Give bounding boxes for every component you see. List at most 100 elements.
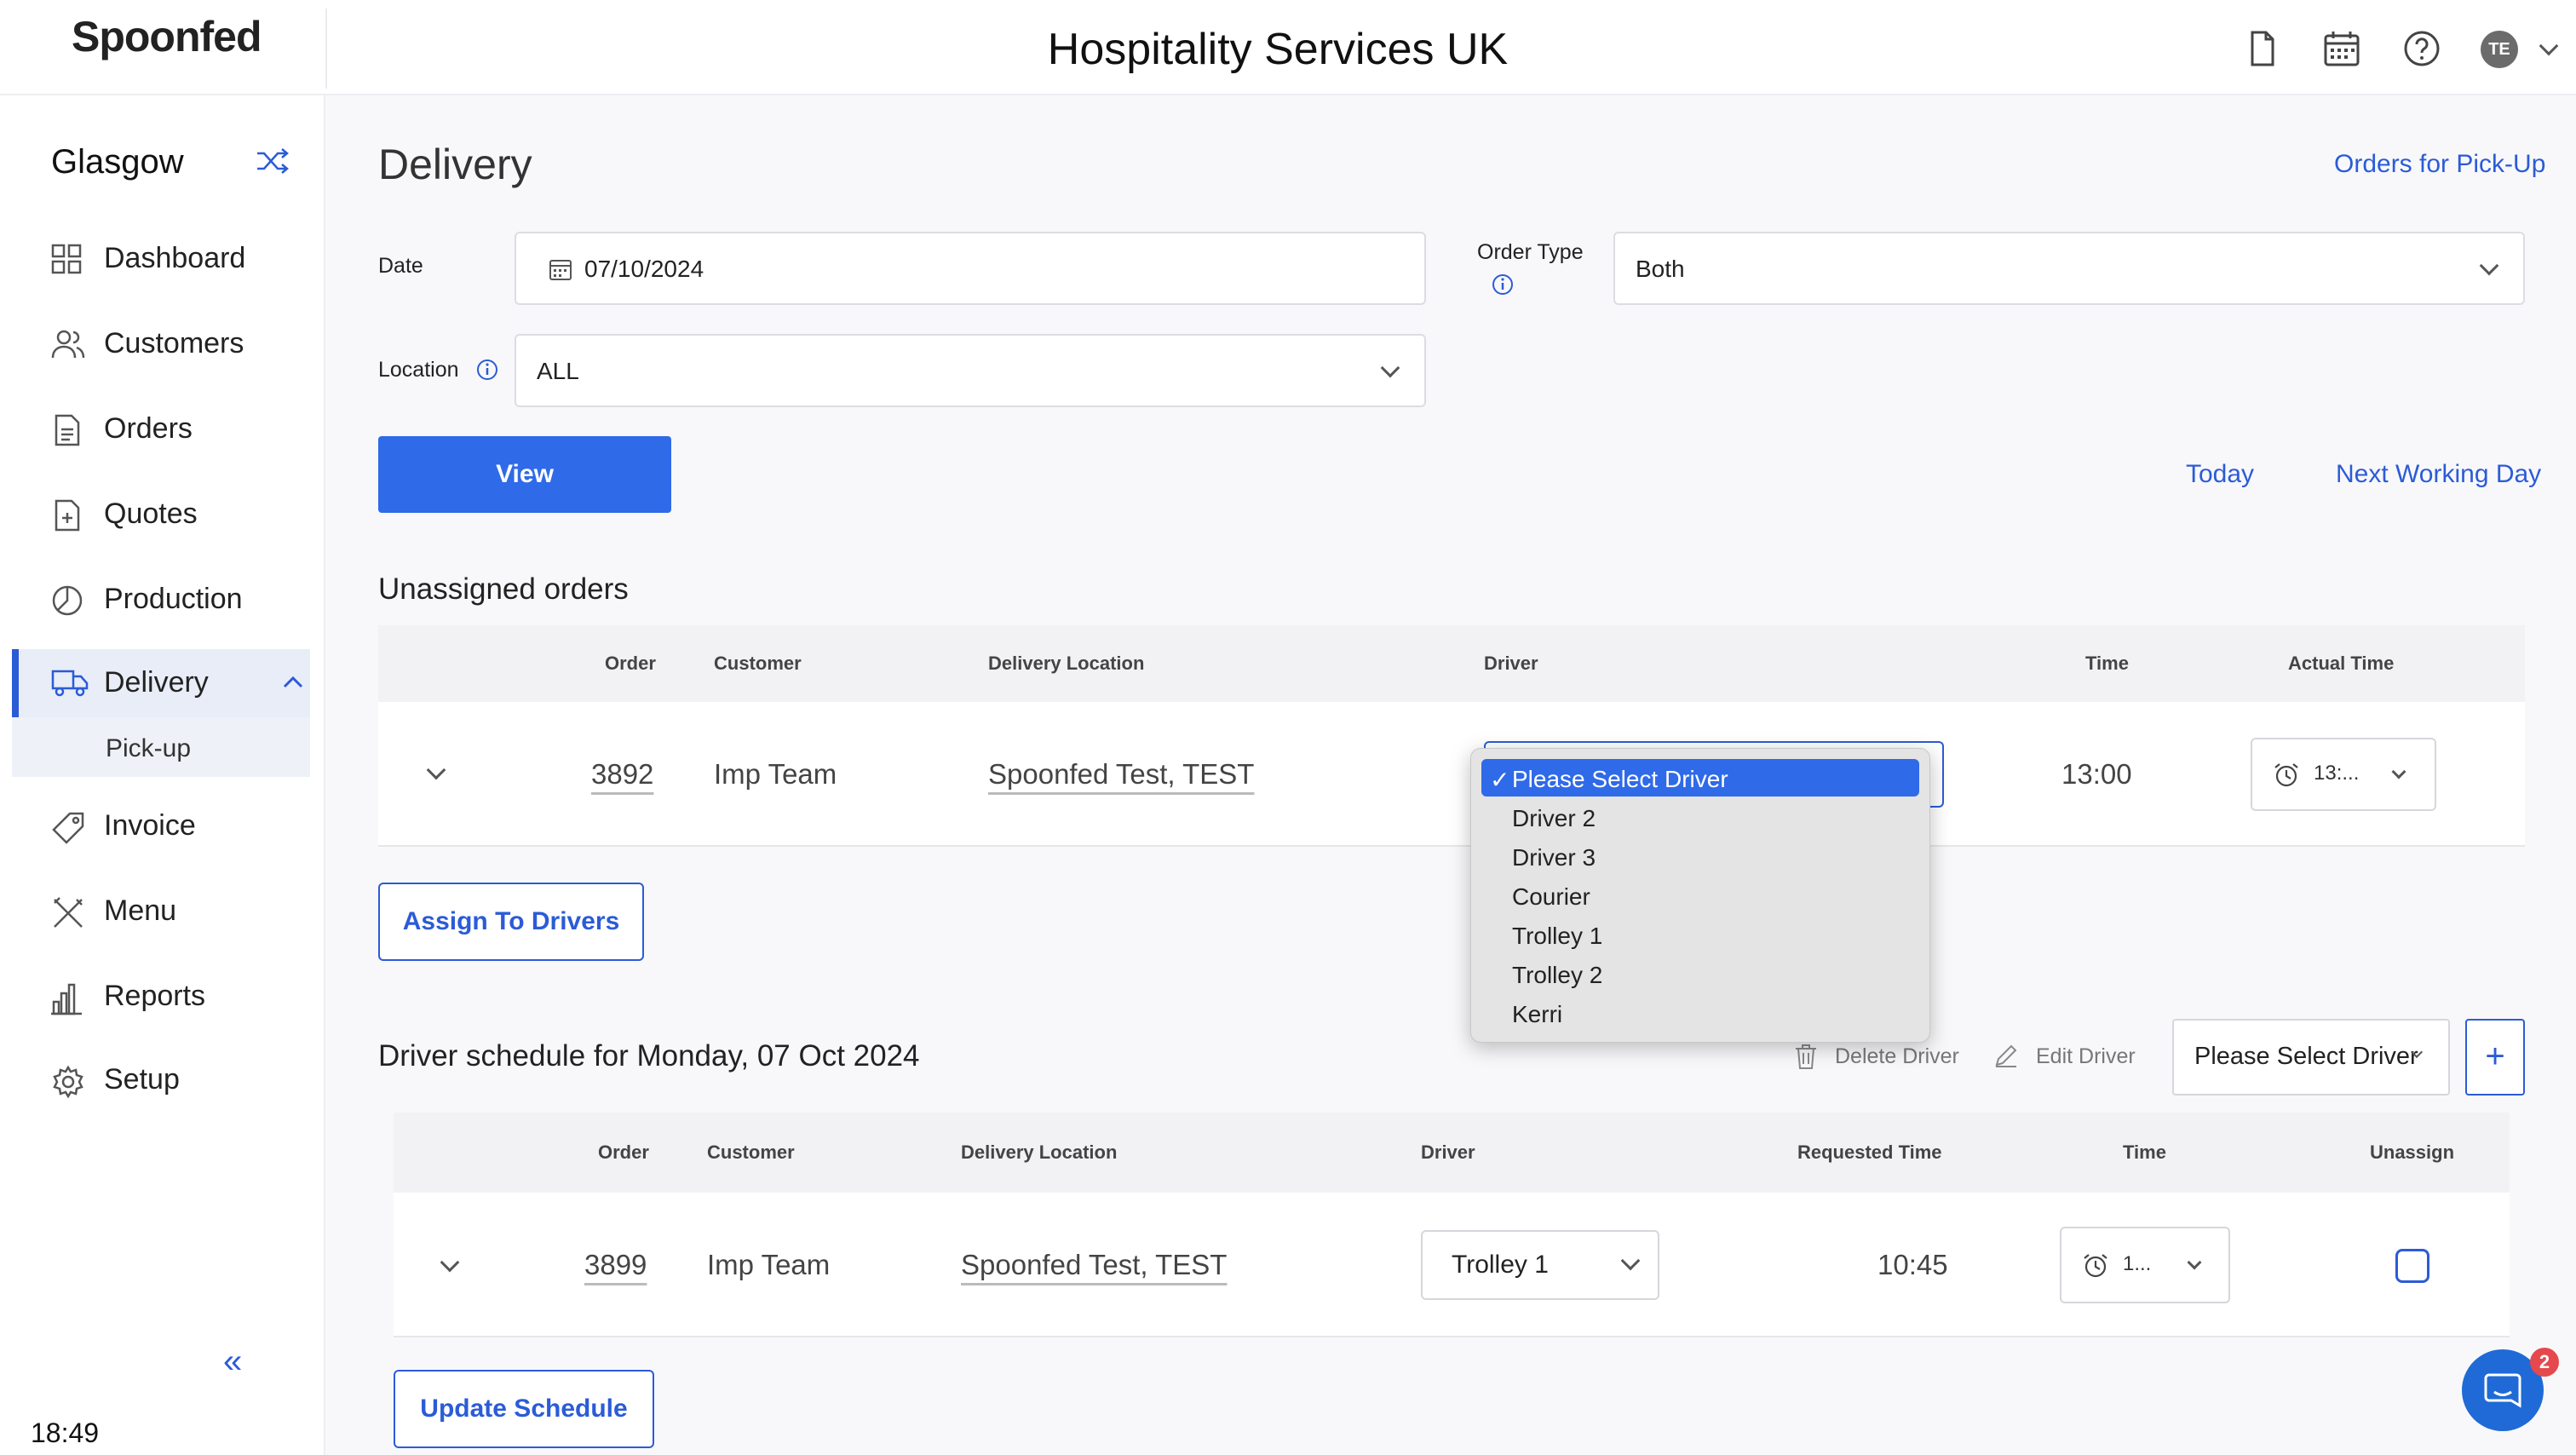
col-order: Order (605, 653, 656, 674)
unassigned-table-header: Order Customer Delivery Location Driver … (378, 625, 2525, 702)
driver-option-label: Trolley 2 (1512, 962, 1603, 988)
expand-row-icon[interactable] (440, 1252, 460, 1273)
sidebar-item-invoice[interactable]: Invoice (12, 792, 310, 862)
driver-option-label: Driver 3 (1512, 844, 1596, 871)
chevron-up-icon[interactable] (283, 675, 303, 688)
help-icon[interactable] (2402, 29, 2441, 68)
chevron-down-icon (2391, 764, 2406, 779)
col-time: Time (2123, 1142, 2166, 1163)
alarm-clock-icon (2084, 1254, 2107, 1278)
driver-select[interactable]: Trolley 1 (1421, 1230, 1659, 1300)
truck-icon (51, 670, 89, 697)
document-icon[interactable] (2242, 29, 2281, 68)
sidebar-item-label: Dashboard (104, 242, 246, 274)
assign-to-drivers-button[interactable]: Assign To Drivers (378, 883, 644, 961)
col-order: Order (598, 1142, 649, 1163)
sidebar-item-label: Reports (104, 980, 206, 1012)
chevron-down-icon (2479, 256, 2499, 276)
driver-option-label: Please Select Driver (1512, 766, 1728, 792)
driver-option[interactable]: ✓ Please Select Driver (1481, 759, 1919, 797)
order-number-link[interactable]: 3899 (584, 1249, 647, 1281)
table-row: 3892 Imp Team Spoonfed Test, TEST 13:00 … (378, 702, 2525, 847)
dashboard-icon (51, 244, 82, 274)
avatar[interactable]: TE (2481, 31, 2518, 68)
chevron-down-icon (2187, 1255, 2202, 1270)
actual-time-picker[interactable]: 13:... (2251, 738, 2436, 811)
col-actual-time: Actual Time (2288, 653, 2395, 674)
sidebar-item-label: Invoice (104, 809, 196, 842)
sidebar-item-label: Setup (104, 1063, 180, 1096)
sidebar-item-label: Customers (104, 327, 244, 359)
location-label: Location (378, 358, 459, 382)
schedule-table-header: Order Customer Delivery Location Driver … (394, 1113, 2510, 1193)
add-driver-button[interactable]: + (2465, 1019, 2525, 1096)
date-field[interactable]: 07/10/2024 (515, 232, 1426, 305)
table-row: 3899 Imp Team Spoonfed Test, TEST Trolle… (394, 1193, 2510, 1337)
top-bar: Spoonfed Hospitality Services UK TE (0, 0, 2576, 95)
driver-option-label: Kerri (1512, 1001, 1563, 1027)
delivery-location-link[interactable]: Spoonfed Test, TEST (961, 1249, 1227, 1281)
time-cell: 13:00 (2061, 758, 2132, 790)
delivery-location-link[interactable]: Spoonfed Test, TEST (988, 758, 1254, 791)
chevron-down-icon (1620, 1251, 1641, 1271)
schedule-driver-select[interactable]: Please Select Driver (2172, 1019, 2450, 1096)
page-title: Delivery (378, 141, 532, 188)
col-requested-time: Requested Time (1797, 1142, 1942, 1163)
date-value: 07/10/2024 (584, 256, 704, 282)
driver-dropdown-list: ✓ Please Select Driver Driver 2 Driver 3… (1470, 748, 1930, 1043)
order-type-select[interactable]: Both (1613, 232, 2525, 305)
driver-option[interactable]: Trolley 2 (1481, 955, 1919, 992)
production-icon (52, 585, 83, 616)
sidebar-subitem-label: Pick-up (106, 734, 192, 762)
today-link[interactable]: Today (2186, 460, 2254, 489)
time-value: 1... (2123, 1252, 2152, 1275)
sidebar-item-customers[interactable]: Customers (12, 310, 310, 380)
driver-option[interactable]: Trolley 1 (1481, 916, 1919, 953)
update-schedule-button[interactable]: Update Schedule (394, 1370, 654, 1448)
driver-option[interactable]: Courier (1481, 877, 1919, 914)
view-button[interactable]: View (378, 436, 671, 513)
sidebar-item-label: Orders (104, 412, 193, 445)
col-delivery-location: Delivery Location (988, 653, 1145, 674)
sidebar-item-menu[interactable]: Menu (12, 877, 310, 947)
expand-row-icon[interactable] (426, 760, 446, 780)
order-type-label: Order Type (1477, 240, 1584, 264)
info-icon[interactable] (1491, 273, 1515, 296)
driver-option[interactable]: Driver 3 (1481, 837, 1919, 875)
notification-badge: 2 (2530, 1348, 2559, 1377)
sidebar-item-orders[interactable]: Orders (12, 395, 310, 465)
clock: 18:49 (31, 1418, 100, 1448)
driver-schedule-heading: Driver schedule for Monday, 07 Oct 2024 (378, 1039, 920, 1073)
delete-driver-button[interactable]: Delete Driver (1835, 1044, 1959, 1069)
driver-option[interactable]: Driver 2 (1481, 798, 1919, 836)
collapse-sidebar-icon[interactable]: « (223, 1343, 242, 1381)
customer-cell: Imp Team (714, 758, 837, 790)
actual-time-value: 13:... (2314, 762, 2360, 785)
sidebar-item-production[interactable]: Production (12, 566, 310, 635)
quotes-icon (55, 499, 80, 532)
unassign-checkbox[interactable] (2395, 1249, 2429, 1283)
col-unassign: Unassign (2370, 1142, 2455, 1163)
customer-cell: Imp Team (707, 1249, 831, 1280)
shuffle-icon[interactable] (256, 148, 290, 174)
next-working-day-link[interactable]: Next Working Day (2336, 460, 2541, 489)
tag-icon (52, 812, 84, 844)
info-icon[interactable] (475, 358, 499, 382)
pencil-icon[interactable] (1993, 1043, 2019, 1068)
sidebar-item-reports[interactable]: Reports (12, 963, 310, 1032)
location-select[interactable]: ALL (515, 334, 1426, 407)
driver-option[interactable]: Kerri (1481, 994, 1919, 1032)
sidebar-item-setup[interactable]: Setup (12, 1046, 310, 1116)
sidebar-item-delivery[interactable]: Delivery (12, 649, 310, 719)
time-picker[interactable]: 1... (2060, 1227, 2230, 1303)
orders-icon (55, 414, 80, 446)
sidebar-item-quotes[interactable]: Quotes (12, 480, 310, 550)
sidebar-item-dashboard[interactable]: Dashboard (12, 225, 310, 295)
order-type-value: Both (1636, 256, 1685, 282)
edit-driver-button[interactable]: Edit Driver (2036, 1044, 2136, 1069)
sidebar-subitem-pickup[interactable]: Pick-up (12, 717, 310, 777)
calendar-icon[interactable] (2322, 29, 2361, 68)
orders-for-pickup-link[interactable]: Orders for Pick-Up (2334, 150, 2545, 179)
order-number-link[interactable]: 3892 (591, 758, 653, 791)
trash-icon[interactable] (1794, 1043, 1818, 1070)
